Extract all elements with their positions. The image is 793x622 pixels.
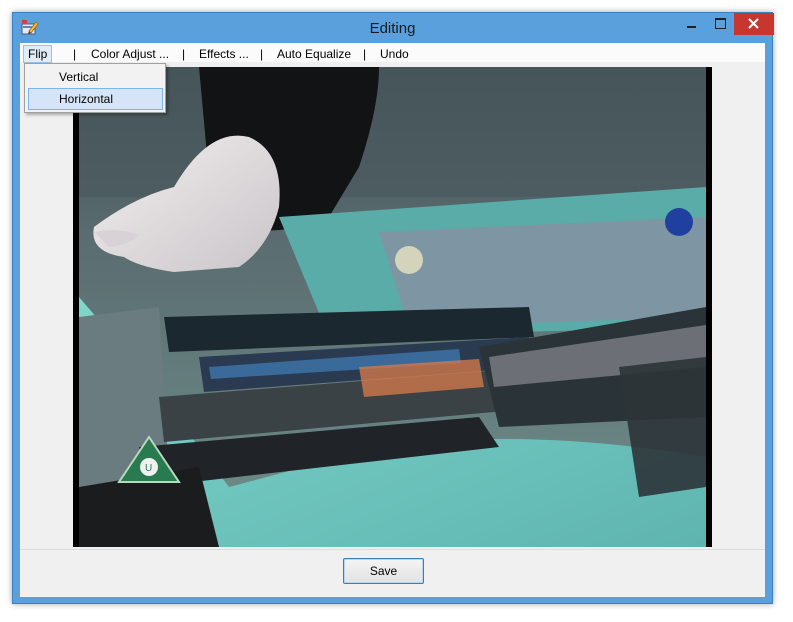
svg-text:U: U (145, 463, 152, 474)
maximize-button[interactable] (706, 13, 734, 35)
flip-vertical-item[interactable]: Vertical (28, 66, 163, 88)
save-button[interactable]: Save (343, 558, 424, 584)
video-frame-image: U (79, 67, 706, 547)
menu-auto-equalize[interactable]: Auto Equalize (273, 45, 355, 63)
menu-undo[interactable]: Undo (376, 45, 413, 63)
menu-separator: | (260, 47, 264, 61)
flip-dropdown-menu: Vertical Horizontal (24, 63, 166, 113)
video-preview: U (73, 67, 712, 547)
editing-window: Editing Flip | Color Adjust ... | Effect… (12, 12, 774, 604)
window-title: Editing (369, 20, 416, 37)
menu-effects[interactable]: Effects ... (195, 45, 253, 63)
close-button[interactable] (734, 13, 774, 35)
menu-separator: | (363, 47, 367, 61)
footer-divider (20, 549, 765, 550)
menu-color-adjust[interactable]: Color Adjust ... (87, 45, 173, 63)
menu-separator: | (73, 47, 77, 61)
menu-flip[interactable]: Flip (23, 45, 53, 63)
flip-horizontal-item[interactable]: Horizontal (28, 88, 163, 110)
menu-bar: Flip | Color Adjust ... | Effects ... | … (20, 43, 765, 63)
close-icon (748, 18, 759, 29)
title-bar[interactable]: Editing (13, 13, 774, 43)
minimize-button[interactable] (678, 13, 706, 35)
client-area: Flip | Color Adjust ... | Effects ... | … (20, 43, 765, 597)
menu-separator: | (182, 47, 186, 61)
